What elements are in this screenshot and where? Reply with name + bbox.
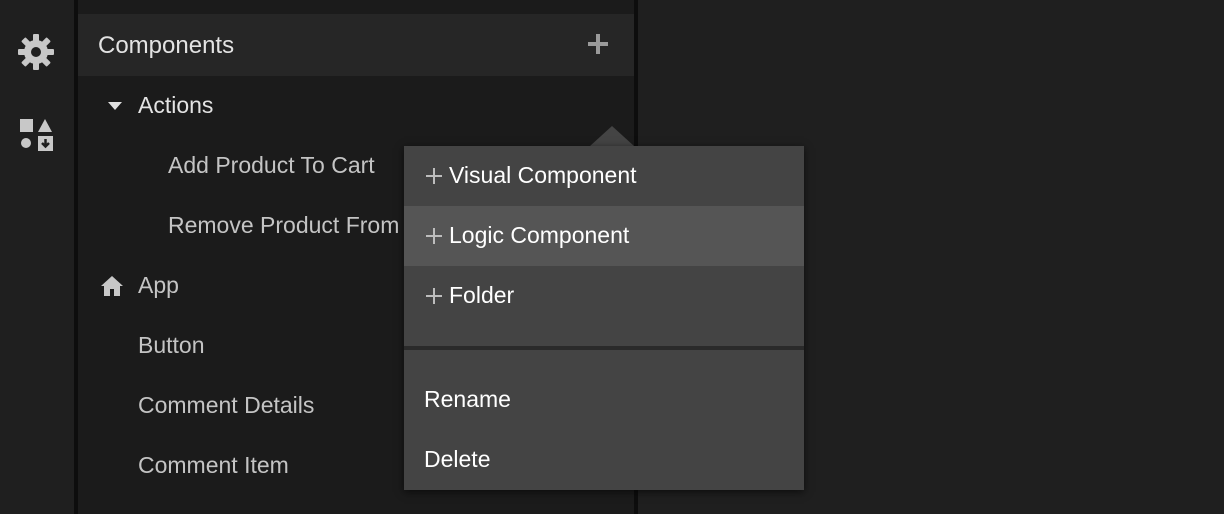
home-icon: [101, 276, 123, 296]
menu-item-label: Visual Component: [449, 162, 637, 188]
menu-item-visual-component[interactable]: Visual Component: [404, 146, 804, 206]
menu-item-label: Delete: [424, 446, 491, 472]
menu-item-label: Rename: [424, 386, 511, 412]
gear-icon[interactable]: [14, 30, 58, 74]
menu-item-rename[interactable]: Rename: [404, 370, 804, 430]
panel-header: Components: [78, 14, 634, 76]
menu-item-logic-component[interactable]: Logic Component: [404, 206, 804, 266]
tree-item-comment-details[interactable]: Comment Details: [138, 392, 314, 419]
panel-title: Components: [98, 32, 235, 59]
tree-folder-actions[interactable]: Actions: [138, 92, 213, 119]
menu-item-label: Logic Component: [449, 222, 630, 248]
tree-item-add-product-to-cart[interactable]: Add Product To Cart: [168, 152, 375, 179]
icon-rail: [0, 0, 78, 514]
panel-top-edge: [78, 0, 634, 14]
plus-icon: [426, 228, 442, 244]
tree-item-comment-item[interactable]: Comment Item: [138, 452, 289, 479]
tree-item-app[interactable]: App: [138, 272, 179, 299]
plus-icon: [426, 168, 442, 184]
plus-icon: [426, 288, 442, 304]
menu-item-folder[interactable]: Folder: [404, 266, 804, 326]
menu-divider: [404, 346, 804, 350]
tree-item-button[interactable]: Button: [138, 332, 205, 359]
chevron-down-icon[interactable]: [108, 102, 122, 110]
shapes-icon[interactable]: [14, 113, 58, 157]
context-menu: Visual Component Logic Component Folder …: [404, 146, 804, 490]
menu-pointer: [590, 126, 634, 146]
add-component-button[interactable]: [584, 30, 612, 58]
menu-item-label: Folder: [449, 282, 515, 308]
menu-item-delete[interactable]: Delete: [404, 430, 804, 490]
